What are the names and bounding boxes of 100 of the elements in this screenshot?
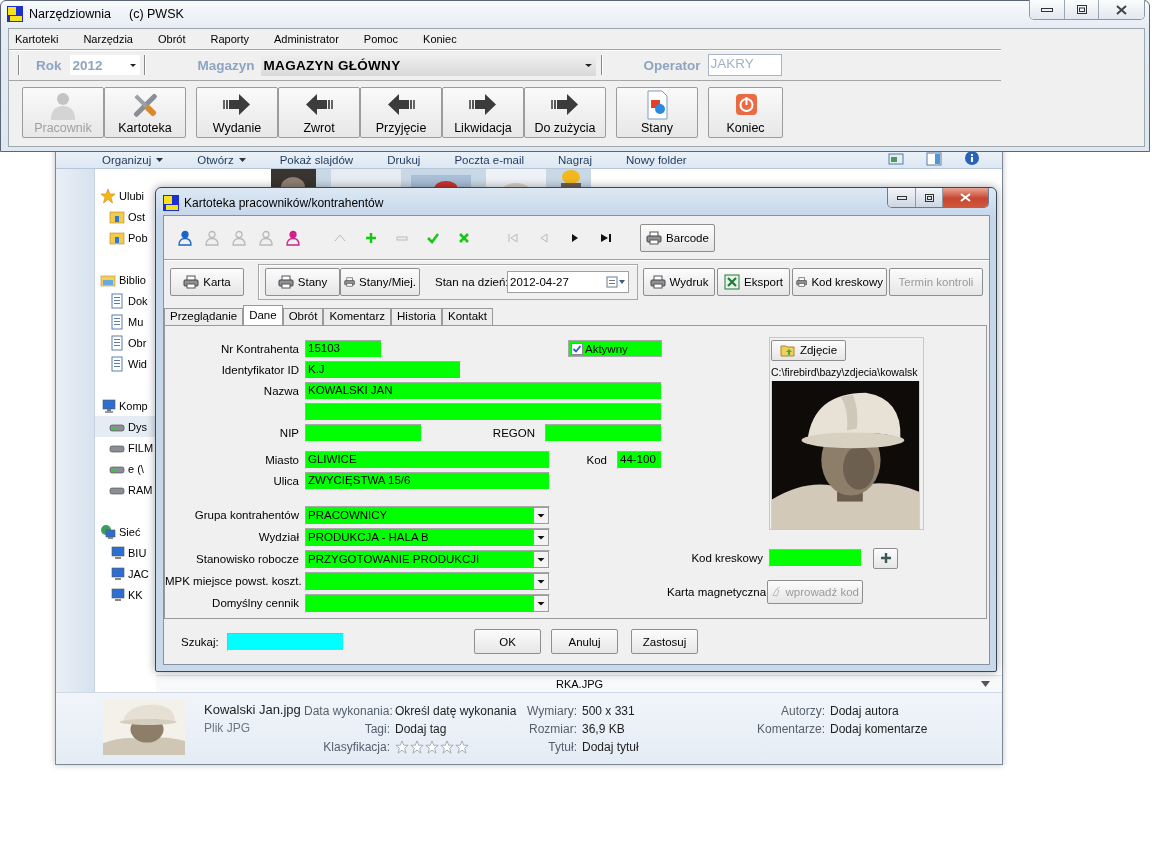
person-icon[interactable] — [177, 229, 193, 246]
tab[interactable]: Przeglądanie — [164, 308, 244, 325]
property-value[interactable]: Dodaj tag — [395, 722, 523, 736]
report-button[interactable]: Kod kreskowy — [792, 268, 887, 296]
toolbar-button[interactable]: Wydanie — [196, 87, 278, 138]
photo-button[interactable]: Zdjęcie — [771, 340, 846, 361]
regon-field[interactable] — [545, 423, 662, 442]
nav-item[interactable]: KK — [95, 584, 156, 605]
menu-item[interactable]: Administrator — [268, 32, 348, 46]
report-button[interactable]: Wydruk — [643, 268, 715, 296]
tab[interactable]: Obrót — [282, 308, 324, 325]
street-field[interactable]: ZWYCIĘSTWA 15/6 — [305, 471, 550, 490]
nav-item[interactable]: Pob — [95, 227, 156, 248]
postcode-field[interactable]: 44-100 — [617, 450, 662, 469]
menu-item[interactable]: Narzędzia — [77, 32, 142, 46]
menu-item[interactable]: Pomoc — [357, 32, 408, 46]
warehouse-dropdown[interactable]: MAGAZYN GŁÓWNY — [260, 54, 596, 76]
close-button[interactable] — [1098, 0, 1144, 19]
tab[interactable]: Historia — [391, 308, 442, 325]
number-field[interactable]: 15103 — [305, 339, 382, 358]
property-value[interactable]: Dodaj komentarze — [830, 722, 928, 736]
maximize-button[interactable] — [915, 188, 942, 207]
menu-item[interactable]: Koniec — [417, 32, 466, 46]
dropdown-field[interactable]: PRACOWNICY — [305, 505, 550, 525]
toolbar-button[interactable]: Przyjęcie — [360, 87, 442, 138]
maximize-button[interactable] — [1064, 0, 1098, 19]
rating-star[interactable] — [425, 740, 439, 754]
toolbar-button[interactable]: Stany — [616, 87, 698, 138]
dropdown-field[interactable] — [305, 593, 550, 613]
toolbar-button[interactable]: Otwórz — [197, 154, 246, 166]
nav-item[interactable]: Ost — [95, 206, 156, 227]
nav-item[interactable]: Dok — [95, 290, 156, 311]
close-button[interactable] — [942, 188, 988, 207]
property-value[interactable]: 36,9 KB — [582, 722, 757, 736]
active-checkbox[interactable]: Aktywny — [568, 340, 662, 357]
rating-star[interactable] — [410, 740, 424, 754]
report-button[interactable]: Eksport — [717, 268, 790, 296]
nav-item[interactable]: BIU — [95, 542, 156, 563]
card-button[interactable]: Karta — [170, 268, 244, 296]
toolbar-button[interactable]: Do zużycia — [524, 87, 606, 138]
nav-item[interactable]: Obr — [95, 332, 156, 353]
toolbar-button[interactable]: Pokaż slajdów — [279, 154, 354, 166]
toolbar-button[interactable]: Poczta e-mail — [454, 154, 525, 166]
rating-star[interactable] — [440, 740, 454, 754]
help-icon[interactable] — [964, 150, 980, 166]
rating-star[interactable] — [395, 740, 409, 754]
dialog-button[interactable]: Zastosuj — [631, 629, 698, 654]
name-field[interactable]: KOWALSKI JAN — [305, 381, 662, 400]
nav-item[interactable]: Ulubi — [95, 185, 156, 206]
toolbar-button[interactable]: Nowy folder — [625, 154, 687, 166]
property-value[interactable]: Określ datę wykonania — [395, 704, 523, 718]
barcode-button[interactable]: Barcode — [640, 223, 715, 252]
menu-item[interactable]: Obrót — [151, 32, 195, 46]
nav-item[interactable]: JAC — [95, 563, 156, 584]
person-icon[interactable] — [285, 229, 301, 246]
nav-item[interactable]: RAM — [95, 479, 156, 500]
property-value[interactable]: 500 x 331 — [582, 704, 757, 718]
toolbar-button[interactable]: Koniec — [708, 87, 783, 138]
stock-button[interactable]: Stany — [265, 268, 340, 296]
toolbar-button[interactable]: Zwrot — [278, 87, 360, 138]
tab[interactable]: Dane — [243, 305, 283, 325]
toolbar-button[interactable]: Likwidacja — [442, 87, 524, 138]
minimize-button[interactable] — [1030, 0, 1064, 19]
barcode-field[interactable] — [769, 549, 862, 567]
date-picker[interactable]: 2012-04-27 — [507, 271, 629, 293]
toolbar-button[interactable]: Organizuj — [102, 154, 164, 166]
toolbar-button[interactable]: Drukuj — [387, 154, 421, 166]
nav-item[interactable]: Mu — [95, 311, 156, 332]
scroll-down-icon[interactable] — [981, 681, 990, 687]
dropdown-field[interactable]: PRODUKCJA - HALA B — [305, 527, 550, 547]
toolbar-button[interactable]: Kartoteka — [104, 87, 186, 138]
nav-item[interactable]: e (\ — [95, 458, 156, 479]
nav-item[interactable]: Dys — [95, 416, 156, 437]
city-field[interactable]: GLIWICE — [305, 450, 550, 469]
nav-item[interactable]: FILM — [95, 437, 156, 458]
tab[interactable]: Komentarz — [323, 308, 391, 325]
file-name[interactable]: RKA.JPG — [556, 678, 604, 690]
rating-star[interactable] — [455, 740, 469, 754]
dialog-button[interactable]: Anuluj — [551, 629, 618, 654]
name-field[interactable] — [305, 402, 662, 421]
dropdown-field[interactable]: PRZYGOTOWANIE PRODUKCJI — [305, 549, 550, 569]
nav-item[interactable]: Sieć — [95, 521, 156, 542]
tab[interactable]: Kontakt — [442, 308, 493, 325]
menu-item[interactable]: Kartoteki — [9, 32, 68, 46]
property-value[interactable]: Dodaj autora — [830, 704, 899, 718]
nip-field[interactable] — [305, 423, 422, 442]
nav-item[interactable]: Komp — [95, 395, 156, 416]
identifier-field[interactable]: K.J — [305, 360, 461, 379]
dropdown-field[interactable] — [305, 571, 550, 591]
minimize-button[interactable] — [888, 188, 915, 207]
property-value[interactable]: Dodaj tytuł — [582, 740, 757, 754]
menu-item[interactable]: Raporty — [204, 32, 258, 46]
add-button[interactable] — [873, 547, 898, 569]
toolbar-button[interactable]: Nagraj — [558, 154, 592, 166]
stock-button[interactable]: Stany/Miej. — [340, 268, 420, 296]
search-field[interactable] — [227, 632, 344, 651]
nav-item[interactable]: Wid — [95, 353, 156, 374]
preview-pane-icon[interactable] — [926, 152, 942, 166]
dialog-button[interactable]: OK — [474, 629, 541, 654]
view-icon[interactable] — [888, 152, 904, 166]
